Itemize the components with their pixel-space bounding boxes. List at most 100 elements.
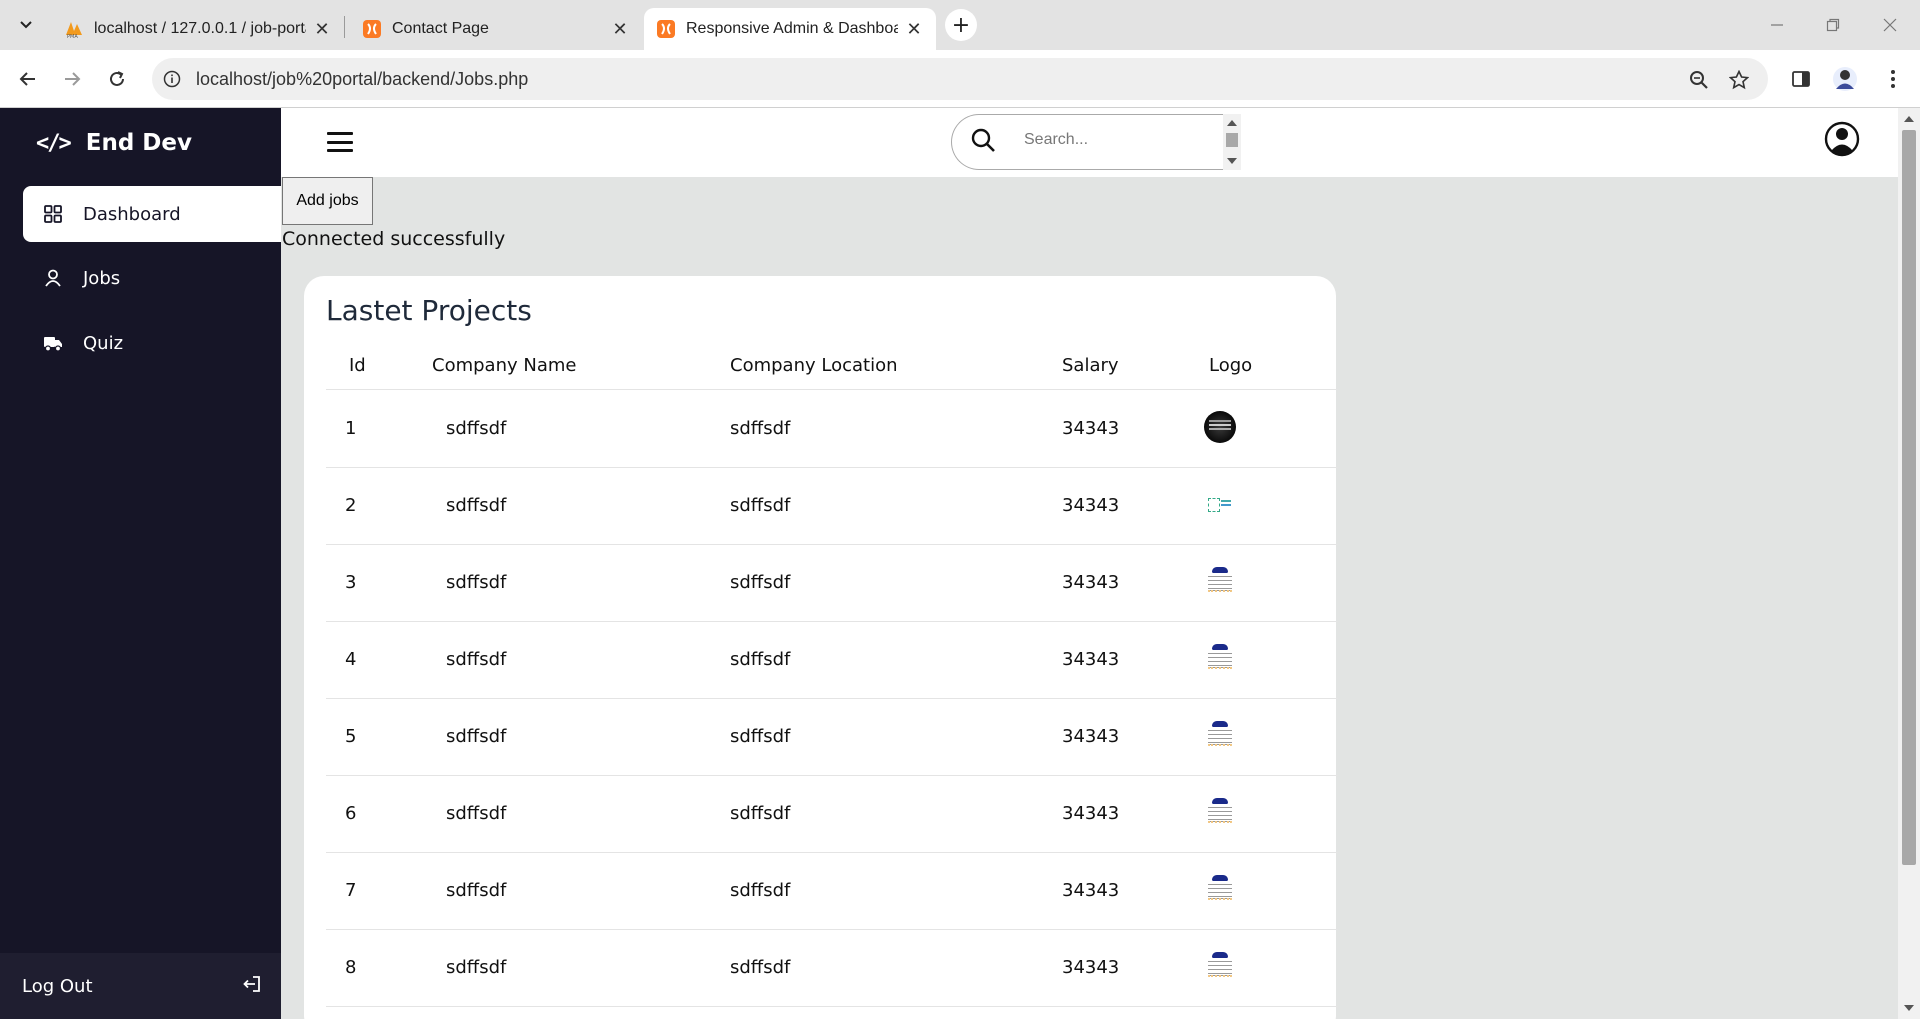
- company-logo-image: [1204, 719, 1236, 751]
- page-scrollbar[interactable]: [1898, 108, 1920, 1019]
- scroll-thumb[interactable]: [1902, 130, 1916, 865]
- sidebar-item-quiz[interactable]: Quiz: [23, 315, 281, 371]
- chevron-down-icon: [20, 21, 32, 29]
- latest-projects-card: Lastet Projects Id Company Name Company …: [304, 276, 1338, 1019]
- tab-title: Responsive Admin & Dashboard: [686, 20, 898, 37]
- site-info-icon[interactable]: [160, 67, 184, 91]
- scroll-thumb[interactable]: [1226, 133, 1238, 147]
- cell-id: 7: [345, 880, 357, 901]
- column-header-company-location: Company Location: [730, 355, 898, 376]
- topbar: [281, 108, 1898, 177]
- cell-company-location: sdffsdf: [730, 957, 791, 978]
- back-button[interactable]: [12, 63, 44, 95]
- brand-name: End Dev: [85, 130, 192, 156]
- cell-company-location: sdffsdf: [730, 726, 791, 747]
- minimize-icon: [1771, 24, 1783, 26]
- scroll-down-arrow-icon[interactable]: [1227, 158, 1237, 164]
- cell-company-location: sdffsdf: [730, 495, 791, 516]
- bookmark-star-icon[interactable]: [1726, 67, 1752, 93]
- arrow-right-icon: [65, 72, 81, 86]
- cell-salary: 34343: [1062, 957, 1120, 978]
- scroll-down-arrow-icon[interactable]: [1904, 1005, 1914, 1011]
- tab-title: Contact Page: [392, 20, 489, 37]
- sidebar: </> End Dev Dashboard Jobs Quiz Log Out: [0, 108, 281, 1019]
- search-scrollbar[interactable]: [1223, 114, 1241, 170]
- restore-button[interactable]: [1813, 10, 1853, 40]
- logout-button[interactable]: Log Out: [0, 953, 281, 1019]
- cell-company-location: sdffsdf: [730, 572, 791, 593]
- minimize-button[interactable]: [1757, 10, 1797, 40]
- browser-tab[interactable]: PMA localhost / 127.0.0.1 / job-portal ✕: [52, 8, 344, 50]
- sidebar-item-jobs[interactable]: Jobs: [23, 250, 281, 306]
- url-text: localhost/job%20portal/backend/Jobs.php: [196, 69, 529, 89]
- table-row: 3 sdffsdf sdffsdf 34343: [326, 545, 1338, 622]
- company-logo-image: [1204, 642, 1236, 674]
- browser-tab-strip: PMA localhost / 127.0.0.1 / job-portal ✕…: [0, 0, 1920, 50]
- xampp-icon: [362, 19, 382, 39]
- menu-toggle-button[interactable]: [327, 132, 353, 152]
- scroll-up-arrow-icon[interactable]: [1904, 116, 1914, 122]
- cell-id: 6: [345, 803, 357, 824]
- table-row: 2 sdffsdf sdffsdf 34343: [326, 468, 1338, 545]
- table-row: 6 sdffsdf sdffsdf 34343: [326, 776, 1338, 853]
- company-logo-image: [1204, 411, 1236, 443]
- column-header-company-name: Company Name: [432, 355, 577, 376]
- tab-search-button[interactable]: [10, 9, 42, 41]
- cell-company-location: sdffsdf: [730, 803, 791, 824]
- column-header-id: Id: [349, 355, 366, 376]
- cell-company-location: sdffsdf: [730, 418, 791, 439]
- tab-title: localhost / 127.0.0.1 / job-portal: [94, 20, 306, 37]
- browser-tab[interactable]: Contact Page ✕: [350, 8, 642, 50]
- cell-id: 5: [345, 726, 357, 747]
- code-icon: </>: [36, 130, 72, 156]
- brand[interactable]: </> End Dev: [36, 130, 192, 156]
- address-bar[interactable]: localhost/job%20portal/backend/Jobs.php: [152, 58, 1768, 100]
- add-jobs-button[interactable]: Add jobs: [282, 177, 373, 225]
- cell-id: 1: [345, 418, 357, 439]
- company-logo-image: [1204, 565, 1236, 597]
- cell-id: 8: [345, 957, 357, 978]
- sidebar-item-dashboard[interactable]: Dashboard: [23, 186, 281, 242]
- cell-salary: 34343: [1062, 649, 1120, 670]
- cell-company-location: sdffsdf: [730, 649, 791, 670]
- restore-icon: [1826, 18, 1840, 32]
- cell-company-name: sdffsdf: [446, 418, 507, 439]
- cell-salary: 34343: [1062, 726, 1120, 747]
- svg-text:PMA: PMA: [67, 34, 78, 39]
- cell-salary: 34343: [1062, 572, 1120, 593]
- sidebar-item-label: Dashboard: [83, 203, 181, 225]
- table-row: 4 sdffsdf sdffsdf 34343: [326, 622, 1338, 699]
- close-icon[interactable]: ✕: [312, 19, 332, 39]
- scroll-up-arrow-icon[interactable]: [1227, 120, 1237, 126]
- cell-id: 3: [345, 572, 357, 593]
- column-header-logo: Logo: [1209, 355, 1253, 376]
- cell-company-location: sdffsdf: [730, 880, 791, 901]
- more-menu-icon[interactable]: [1880, 66, 1906, 92]
- cell-id: 4: [345, 649, 357, 670]
- search-input[interactable]: [1024, 127, 1209, 153]
- new-tab-button[interactable]: +: [945, 9, 977, 41]
- hamburger-icon: [327, 132, 353, 135]
- profile-avatar-icon[interactable]: [1832, 66, 1858, 92]
- company-logo-image: [1204, 796, 1236, 828]
- user-avatar-icon[interactable]: [1824, 118, 1860, 160]
- logout-label: Log Out: [22, 975, 93, 997]
- zoom-icon[interactable]: [1686, 67, 1712, 93]
- side-panel-icon[interactable]: [1788, 66, 1814, 92]
- tab-divider: [344, 16, 345, 38]
- close-icon[interactable]: ✕: [610, 19, 630, 39]
- reload-button[interactable]: [101, 63, 133, 95]
- close-icon[interactable]: ✕: [904, 19, 924, 39]
- cell-salary: 34343: [1062, 418, 1120, 439]
- table-row: 1 sdffsdf sdffsdf 34343: [326, 391, 1338, 468]
- forward-button[interactable]: [56, 63, 88, 95]
- sidebar-item-label: Quiz: [83, 332, 124, 354]
- window-close-button[interactable]: [1870, 10, 1910, 40]
- browser-tab-active[interactable]: Responsive Admin & Dashboard ✕: [644, 8, 936, 50]
- reload-icon: [110, 71, 124, 86]
- cell-salary: 34343: [1062, 495, 1120, 516]
- cell-company-name: sdffsdf: [446, 880, 507, 901]
- close-icon: [1883, 18, 1897, 32]
- company-logo-image: [1204, 950, 1236, 982]
- table-header: Id Company Name Company Location Salary …: [326, 342, 1338, 390]
